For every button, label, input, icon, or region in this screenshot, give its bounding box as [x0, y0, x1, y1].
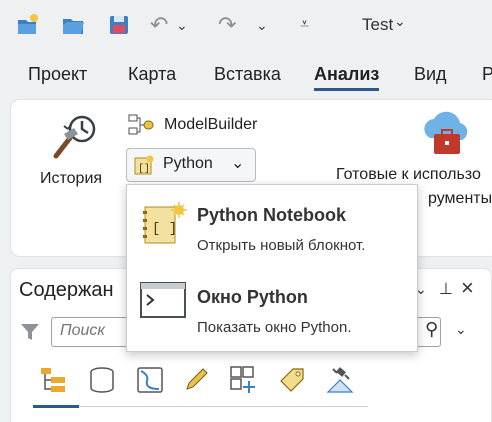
menu-item-name: Окно Python	[197, 287, 308, 307]
modelbuilder-label: ModelBuilder	[164, 116, 258, 133]
project-title-chevron-icon[interactable]: ⌄	[394, 13, 406, 30]
menu-item-name: Python Notebook	[197, 205, 346, 225]
list-by-editing-icon[interactable]	[181, 365, 211, 395]
history-button[interactable]: История	[36, 108, 116, 192]
list-by-data-source-icon[interactable]	[87, 365, 117, 395]
history-icon	[53, 115, 96, 159]
modelbuilder-icon	[128, 114, 154, 135]
close-icon[interactable]: ×	[461, 275, 474, 301]
quick-access-toolbar: ↶ ⌄ ↷ ⌄ ⩡ Test ⌄	[0, 0, 492, 52]
list-by-perspective-imagery-icon[interactable]	[325, 365, 355, 395]
python-label: Python	[163, 155, 213, 172]
list-by-selection-icon[interactable]	[135, 365, 165, 395]
project-title[interactable]: Test	[362, 15, 393, 35]
ready-to-use-tools-icon	[424, 111, 468, 154]
list-by-snapping-icon[interactable]	[229, 365, 259, 395]
filter-icon[interactable]	[19, 321, 41, 343]
list-by-drawing-order-icon[interactable]	[39, 365, 69, 395]
tab-view[interactable]: Вид	[414, 64, 447, 85]
contents-pane-title: Содержан	[19, 279, 114, 301]
search-icon[interactable]: ⚲	[425, 319, 438, 340]
menu-item-description: Показать окно Python.	[197, 319, 352, 336]
list-by-labeling-icon[interactable]	[277, 365, 307, 395]
menu-item-description: Открыть новый блокнот.	[197, 237, 366, 254]
ready-tools-label-line2: рументы	[428, 190, 492, 207]
history-label: История	[40, 170, 103, 187]
svg-text:[]: []	[138, 163, 150, 175]
tab-insert[interactable]: Вставка	[214, 64, 281, 85]
undo-dropdown-chevron-icon[interactable]: ⌄	[176, 10, 188, 40]
tab-analysis[interactable]: Анализ	[314, 64, 380, 91]
tab-partial[interactable]: Р	[482, 64, 492, 85]
ready-tools-label-line1: Готовые к использо	[336, 166, 481, 183]
python-window-icon	[140, 282, 186, 318]
menu-item-python-window[interactable]: Окно Python Показать окно Python.	[127, 269, 417, 349]
python-icon: []	[134, 155, 154, 175]
redo-icon[interactable]: ↷	[218, 10, 236, 40]
notebook-icon: [ ]	[143, 202, 187, 244]
tab-project[interactable]: Проект	[28, 64, 87, 85]
python-dropdown-menu: [ ] Python Notebook Открыть новый блокно…	[126, 184, 418, 352]
open-project-icon[interactable]	[60, 12, 86, 38]
save-project-icon[interactable]	[106, 12, 132, 38]
tool-strip-divider	[33, 406, 368, 407]
pin-icon[interactable]: ⊥	[439, 279, 453, 299]
redo-dropdown-chevron-icon[interactable]: ⌄	[256, 10, 268, 40]
customize-toolbar-icon[interactable]: ⩡	[300, 10, 309, 40]
tool-strip-active-indicator	[33, 405, 79, 408]
search-options-chevron-icon[interactable]: ⌄	[455, 321, 467, 338]
modelbuilder-button[interactable]: ModelBuilder	[128, 112, 278, 138]
new-project-icon[interactable]	[14, 12, 40, 38]
menu-item-python-notebook[interactable]: [ ] Python Notebook Открыть новый блокно…	[127, 185, 417, 265]
python-button[interactable]: [] Python ⌄	[126, 148, 256, 182]
python-chevron-down-icon: ⌄	[231, 155, 245, 172]
undo-icon[interactable]: ↶	[150, 10, 168, 40]
ribbon-tabs: Проект Карта Вставка Анализ Вид Р	[0, 60, 492, 92]
tab-map[interactable]: Карта	[128, 64, 176, 85]
svg-text:[ ]: [ ]	[152, 221, 177, 237]
